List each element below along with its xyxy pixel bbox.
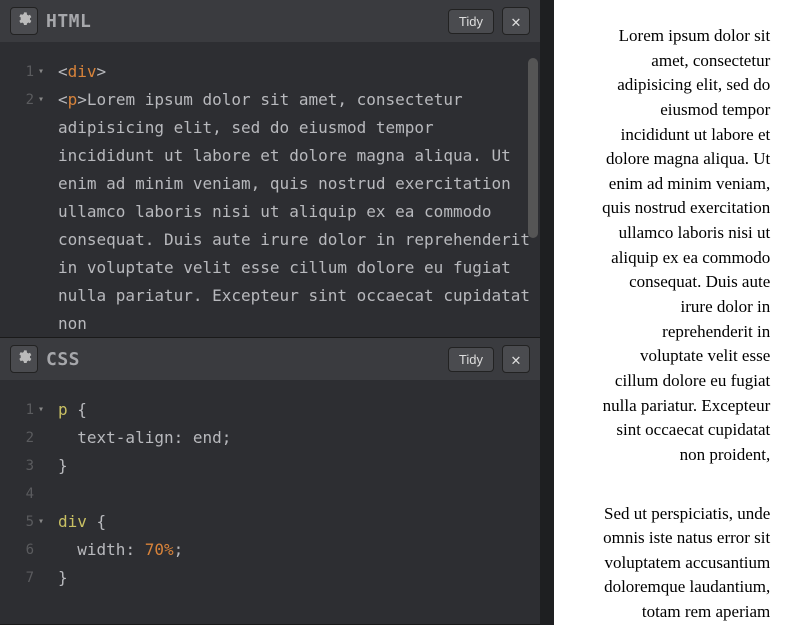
html-panel-header: HTML Tidy ✕ bbox=[0, 0, 540, 42]
line-number: 4 bbox=[0, 480, 34, 508]
css-gutter: 1 2 3 4 5 6 7 bbox=[0, 380, 40, 624]
editors-column: HTML Tidy ✕ 1 2 <div> <p>Lorem ipsum dol… bbox=[0, 0, 540, 625]
line-number: 2 bbox=[0, 424, 34, 452]
preview-paragraph: Lorem ipsum dolor sit amet, consectetur … bbox=[599, 24, 771, 468]
html-scrollbar[interactable] bbox=[528, 58, 538, 238]
css-close-button[interactable]: ✕ bbox=[502, 345, 530, 373]
html-code-area[interactable]: 1 2 <div> <p>Lorem ipsum dolor sit amet,… bbox=[0, 42, 540, 337]
line-number: 2 bbox=[0, 86, 34, 114]
close-icon: ✕ bbox=[511, 12, 521, 31]
gear-icon bbox=[16, 11, 32, 31]
css-panel: CSS Tidy ✕ 1 2 3 4 5 6 7 p { text-align:… bbox=[0, 338, 540, 625]
line-number: 3 bbox=[0, 452, 34, 480]
html-close-button[interactable]: ✕ bbox=[502, 7, 530, 35]
gear-icon bbox=[16, 349, 32, 369]
line-number: 7 bbox=[0, 564, 34, 592]
css-code[interactable]: p { text-align: end; } div { width: 70%;… bbox=[40, 380, 540, 624]
html-gutter: 1 2 bbox=[0, 42, 40, 337]
html-settings-button[interactable] bbox=[10, 7, 38, 35]
line-number: 1 bbox=[0, 396, 34, 424]
preview-paragraph: Sed ut perspiciatis, unde omnis iste nat… bbox=[599, 502, 771, 625]
html-panel-title: HTML bbox=[46, 11, 440, 32]
line-number: 6 bbox=[0, 536, 34, 564]
column-splitter[interactable] bbox=[540, 0, 554, 625]
close-icon: ✕ bbox=[511, 350, 521, 369]
css-settings-button[interactable] bbox=[10, 345, 38, 373]
css-panel-header: CSS Tidy ✕ bbox=[0, 338, 540, 380]
html-tidy-button[interactable]: Tidy bbox=[448, 9, 494, 34]
html-panel: HTML Tidy ✕ 1 2 <div> <p>Lorem ipsum dol… bbox=[0, 0, 540, 338]
html-code[interactable]: <div> <p>Lorem ipsum dolor sit amet, con… bbox=[40, 42, 540, 337]
preview-pane: Lorem ipsum dolor sit amet, consectetur … bbox=[554, 0, 807, 625]
css-code-area[interactable]: 1 2 3 4 5 6 7 p { text-align: end; } div… bbox=[0, 380, 540, 624]
line-number: 1 bbox=[0, 58, 34, 86]
css-tidy-button[interactable]: Tidy bbox=[448, 347, 494, 372]
line-number: 5 bbox=[0, 508, 34, 536]
css-panel-title: CSS bbox=[46, 349, 440, 370]
preview-div: Lorem ipsum dolor sit amet, consectetur … bbox=[599, 24, 771, 625]
